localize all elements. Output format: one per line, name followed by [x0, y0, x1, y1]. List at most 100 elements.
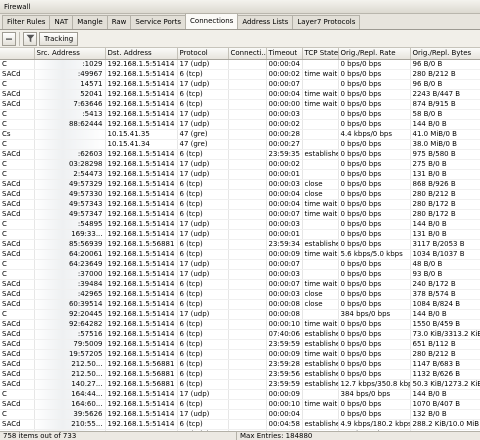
table-cell: 0 bps/0 bps	[338, 149, 411, 160]
table-row[interactable]: C 39:5626 192.168.1.5:51414 17 (udp) 00:00:0…	[0, 409, 480, 420]
table-row[interactable]: C 64:23649 192.168.1.5:51414 17 (udp) 00:00:…	[0, 259, 480, 270]
table-cell	[228, 299, 267, 310]
table-row[interactable]: C:37000 192.168.1.5:51414 17 (udp) 00:00:03…	[0, 269, 480, 280]
table-row[interactable]: SACd 212.50... 192.168.1.5:56881 6 (tcp) 23:…	[0, 369, 480, 380]
tracking-button[interactable]: Tracking	[39, 31, 79, 46]
table-cell: 6 (tcp)	[177, 249, 229, 260]
table-row[interactable]: SACd 19:57205 192.168.1.5:51414 6 (tcp) 00:0…	[0, 349, 480, 360]
table-row[interactable]: SACd 79:5009 192.168.1.5:51414 6 (tcp) 23:59…	[0, 339, 480, 350]
table-cell: 0 bps/0 bps	[338, 179, 411, 190]
table-row[interactable]: C 14571 192.168.1.5:51414 17 (udp) 00:00:07 0…	[0, 79, 480, 90]
table-cell: 140.27...	[34, 379, 106, 390]
table-row[interactable]: SACd 7:63646 192.168.1.5:51414 6 (tcp) 00:00…	[0, 99, 480, 110]
table-cell: established	[302, 379, 339, 390]
table-cell: 12.7 kbps/350.8 kbps	[338, 379, 411, 390]
table-cell: time wait	[302, 319, 339, 330]
table-row[interactable]: C 2:54473 192.168.1.5:51414 17 (udp) 00:00:0…	[0, 169, 480, 180]
table-cell	[302, 79, 339, 90]
table-row[interactable]: SACd:62603 192.168.1.5:51414 6 (tcp) 23:59:…	[0, 149, 480, 160]
tab-connections[interactable]: Connections	[185, 13, 239, 29]
column-header[interactable]: Protocol	[177, 48, 229, 60]
table-cell: SACd	[0, 419, 35, 430]
table-cell	[228, 339, 267, 350]
table-cell: 192.168.1.5:51414	[105, 59, 178, 70]
table-row[interactable]: SACd 49:57347 192.168.1.5:51414 6 (tcp) 00:0…	[0, 209, 480, 220]
table-row[interactable]: Cs 10.15.41.35 47 (gre) 00:00:28 4.4 kbps/0 …	[0, 129, 480, 140]
table-cell: 192.168.1.5:56881	[105, 379, 178, 390]
table-cell: 192.168.1.5:51414	[105, 159, 178, 170]
table-cell: 192.168.1.5:51414	[105, 89, 178, 100]
column-header[interactable]: Timeout	[266, 48, 303, 60]
table-cell: 17 (udp)	[177, 409, 229, 420]
column-header[interactable]: TCP State	[302, 48, 339, 60]
table-cell	[302, 219, 339, 230]
table-cell	[228, 369, 267, 380]
table-cell: 192.168.1.5:51414	[105, 259, 178, 270]
column-header[interactable]	[0, 48, 35, 60]
table-cell	[228, 359, 267, 370]
filter-button[interactable]	[23, 31, 37, 46]
table-row[interactable]: SACd 85:56939 192.168.1.5:56881 6 (tcp) 23:5…	[0, 239, 480, 250]
table-row[interactable]: C:1029 192.168.1.5:51414 17 (udp) 00:00:04 0…	[0, 59, 480, 70]
table-cell: 192.168.1.5:51414	[105, 209, 178, 220]
table-cell: 96 B/0 B	[410, 59, 480, 70]
table-cell: 6 (tcp)	[177, 399, 229, 410]
table-cell: SACd	[0, 149, 35, 160]
table-row[interactable]: SACd 212.50... 192.168.1.5:56881 6 (tcp) 23:…	[0, 359, 480, 370]
table-row[interactable]: SACd 210:55... 192.168.1.5:51414 6 (tcp) 00:…	[0, 419, 480, 430]
table-cell: 00:00:08	[266, 299, 303, 310]
table-cell: 07:40:06	[266, 329, 303, 340]
table-cell: 280 B/172 B	[410, 209, 480, 220]
table-row[interactable]: SACd:49967 192.168.1.5:51414 6 (tcp) 00:00:…	[0, 69, 480, 80]
table-cell: 6 (tcp)	[177, 369, 229, 380]
table-row[interactable]: SACd 49:57343 192.168.1.5:51414 6 (tcp) 00:0…	[0, 199, 480, 210]
column-header[interactable]: Dst. Address	[105, 48, 178, 60]
table-cell	[228, 69, 267, 80]
table-row[interactable]: SACd 164:60... 192.168.1.5:51414 6 (tcp) 00:…	[0, 399, 480, 410]
remove-button[interactable]	[2, 31, 16, 46]
column-header[interactable]: Connecti...	[228, 48, 267, 60]
table-row[interactable]: SACd 60:39514 192.168.1.5:51414 6 (tcp) 00:0…	[0, 299, 480, 310]
table-row[interactable]: C 03:28298 192.168.1.5:51414 17 (udp) 00:00:…	[0, 159, 480, 170]
tab-service-ports[interactable]: Service Ports	[130, 15, 187, 29]
table-cell: 192.168.1.5:56881	[105, 239, 178, 250]
table-row[interactable]: C 92:20445 192.168.1.5:51414 17 (udp) 00:00:…	[0, 309, 480, 320]
column-header[interactable]: Src. Address	[34, 48, 106, 60]
table-row[interactable]: C 164:44... 192.168.1.5:51414 17 (udp) 00:00…	[0, 389, 480, 400]
table-cell: 132 B/0 B	[410, 409, 480, 420]
column-header[interactable]: Orig./Repl. Bytes	[410, 48, 480, 60]
table-row[interactable]: SACd 64:20061 192.168.1.5:51414 6 (tcp) 00:0…	[0, 249, 480, 260]
table-cell: 92:64282	[34, 319, 106, 330]
table-row[interactable]: SACd:39484 192.168.1.5:51414 6 (tcp) 00:00:…	[0, 279, 480, 290]
table-cell: time wait	[302, 349, 339, 360]
table-row[interactable]: C 169:33... 192.168.1.5:51414 17 (udp) 00:00…	[0, 229, 480, 240]
table-row[interactable]: SACd 92:64282 192.168.1.5:51414 6 (tcp) 00:0…	[0, 319, 480, 330]
table-cell: 00:00:03	[266, 219, 303, 230]
table-row[interactable]: C:54895 192.168.1.5:51414 17 (udp) 00:00:03…	[0, 219, 480, 230]
table-cell	[228, 389, 267, 400]
table-row[interactable]: SACd:57516 192.168.1.5:51414 6 (tcp) 07:40:…	[0, 329, 480, 340]
table-cell: 6 (tcp)	[177, 299, 229, 310]
table-row[interactable]: C 10.15.41.34 47 (gre) 00:00:27 0 bps/0 bps 3…	[0, 139, 480, 150]
table-cell: 164:60...	[34, 399, 106, 410]
table-cell: 00:00:02	[266, 159, 303, 170]
tab-filter-rules[interactable]: Filter Rules	[2, 15, 51, 29]
table-row[interactable]: SACd 49:57330 192.168.1.5:51414 6 (tcp) 00:0…	[0, 189, 480, 200]
table-cell: SACd	[0, 379, 35, 390]
tab-address-lists[interactable]: Address Lists	[237, 15, 294, 29]
table-cell: C	[0, 409, 35, 420]
table-cell: 192.168.1.5:56881	[105, 359, 178, 370]
table-row[interactable]: SACd 52041 192.168.1.5:51414 6 (tcp) 00:00:0…	[0, 89, 480, 100]
table-row[interactable]: C:5413 192.168.1.5:51414 17 (udp) 00:00:03 0…	[0, 109, 480, 120]
column-header[interactable]: Orig./Repl. Rate	[338, 48, 411, 60]
table-row[interactable]: SACd 49:57329 192.168.1.5:51414 6 (tcp) 00:0…	[0, 179, 480, 190]
table-row[interactable]: SACd 140.27... 192.168.1.5:56881 6 (tcp) 23:…	[0, 379, 480, 390]
tab-layer7-protocols[interactable]: Layer7 Protocols	[292, 15, 361, 29]
tab-nat[interactable]: NAT	[49, 15, 74, 29]
tab-mangle[interactable]: Mangle	[72, 15, 108, 29]
tab-raw[interactable]: Raw	[106, 15, 132, 29]
table-cell: 00:00:09	[266, 249, 303, 260]
table-row[interactable]: C 88:62444 192.168.1.5:51414 17 (udp) 00:00:…	[0, 119, 480, 130]
table-row[interactable]: SACd:42965 192.168.1.5:51414 6 (tcp) 00:00:…	[0, 289, 480, 300]
table-cell: 6 (tcp)	[177, 239, 229, 250]
